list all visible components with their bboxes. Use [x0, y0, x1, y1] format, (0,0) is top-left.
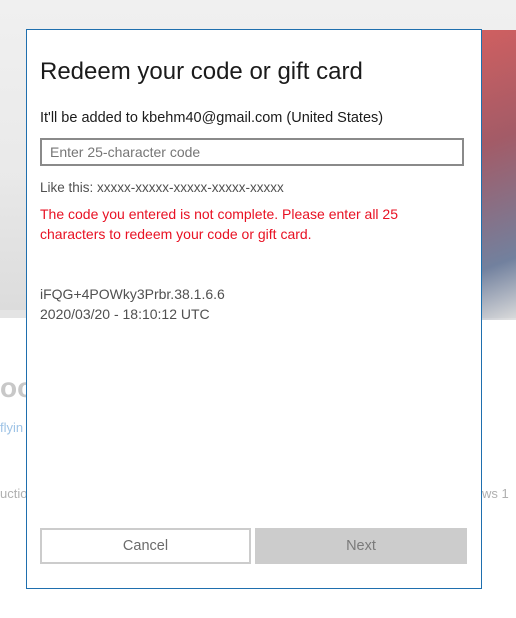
- error-message: The code you entered is not complete. Pl…: [40, 206, 398, 242]
- redeem-code-dialog: Redeem your code or gift card It'll be a…: [26, 29, 482, 589]
- background-description-text: uction: [0, 486, 26, 501]
- code-format-hint: Like this: xxxxx-xxxxx-xxxxx-xxxxx-xxxxx: [40, 180, 284, 195]
- cancel-button[interactable]: Cancel: [40, 528, 251, 564]
- account-info-text: It'll be added to kbehm40@gmail.com (Uni…: [40, 110, 384, 126]
- background-product-title: oo: [0, 372, 26, 403]
- timestamp: 2020/03/20 - 18:10:12 UTC: [40, 306, 210, 322]
- correlation-id: iFQG+4POWky3Prbr.38.1.6.6: [40, 286, 225, 302]
- background-platform-text: ws 1: [482, 486, 509, 501]
- next-button[interactable]: Next: [255, 528, 467, 564]
- background-publisher-link: flyin: [0, 420, 24, 435]
- diagnostic-info: iFQG+4POWky3Prbr.38.1.6.6 2020/03/20 - 1…: [40, 284, 225, 324]
- code-input[interactable]: [40, 138, 464, 166]
- dialog-title: Redeem your code or gift card: [40, 58, 363, 85]
